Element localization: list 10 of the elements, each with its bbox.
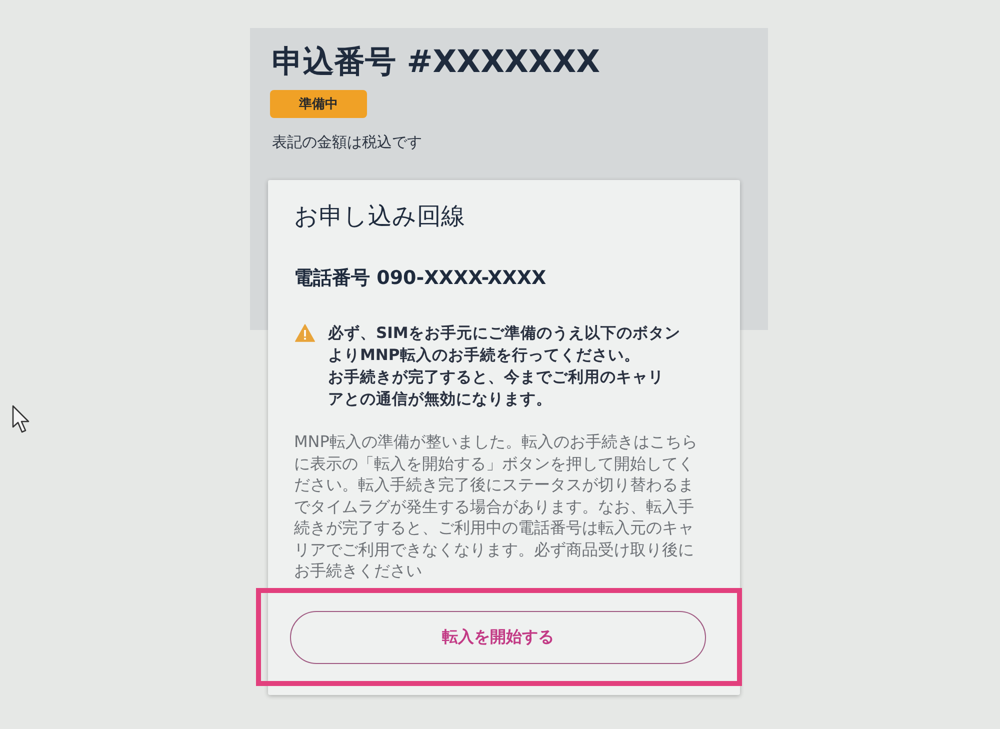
mouse-pointer-icon	[12, 405, 31, 435]
card-title: お申し込み回線	[294, 201, 465, 232]
tax-note: 表記の金額は税込です	[272, 132, 422, 152]
warning-icon	[295, 324, 315, 342]
status-badge: 準備中	[270, 90, 367, 118]
order-number-title: 申込番号 #XXXXXXX	[272, 43, 600, 82]
warning-text: 必ず、SIMをお手元にご準備のうえ以下のボタン よりMNP転入のお手続を行ってください。 お手続きが完了すると、今までご利用のキャリ アとの通信が無効になります。	[328, 323, 680, 410]
description-text: MNP転入の準備が整いました。転入のお手続きはこちら に表示の「転入を開始する」ボタンを押して開始してく ださい。転入手続き完了後にステータスが切り替わるま でタイムラグが発生する場合があります。なお、転入手 続きが完了すると、ご利用中の電話番号は転入元のキャ リアでご利用できなくなります。必ず商品受け取り後に お手続きください	[294, 431, 698, 582]
start-transfer-button[interactable]: 転入を開始する	[290, 610, 706, 664]
phone-number: 電話番号 090-XXXX-XXXX	[294, 266, 546, 291]
